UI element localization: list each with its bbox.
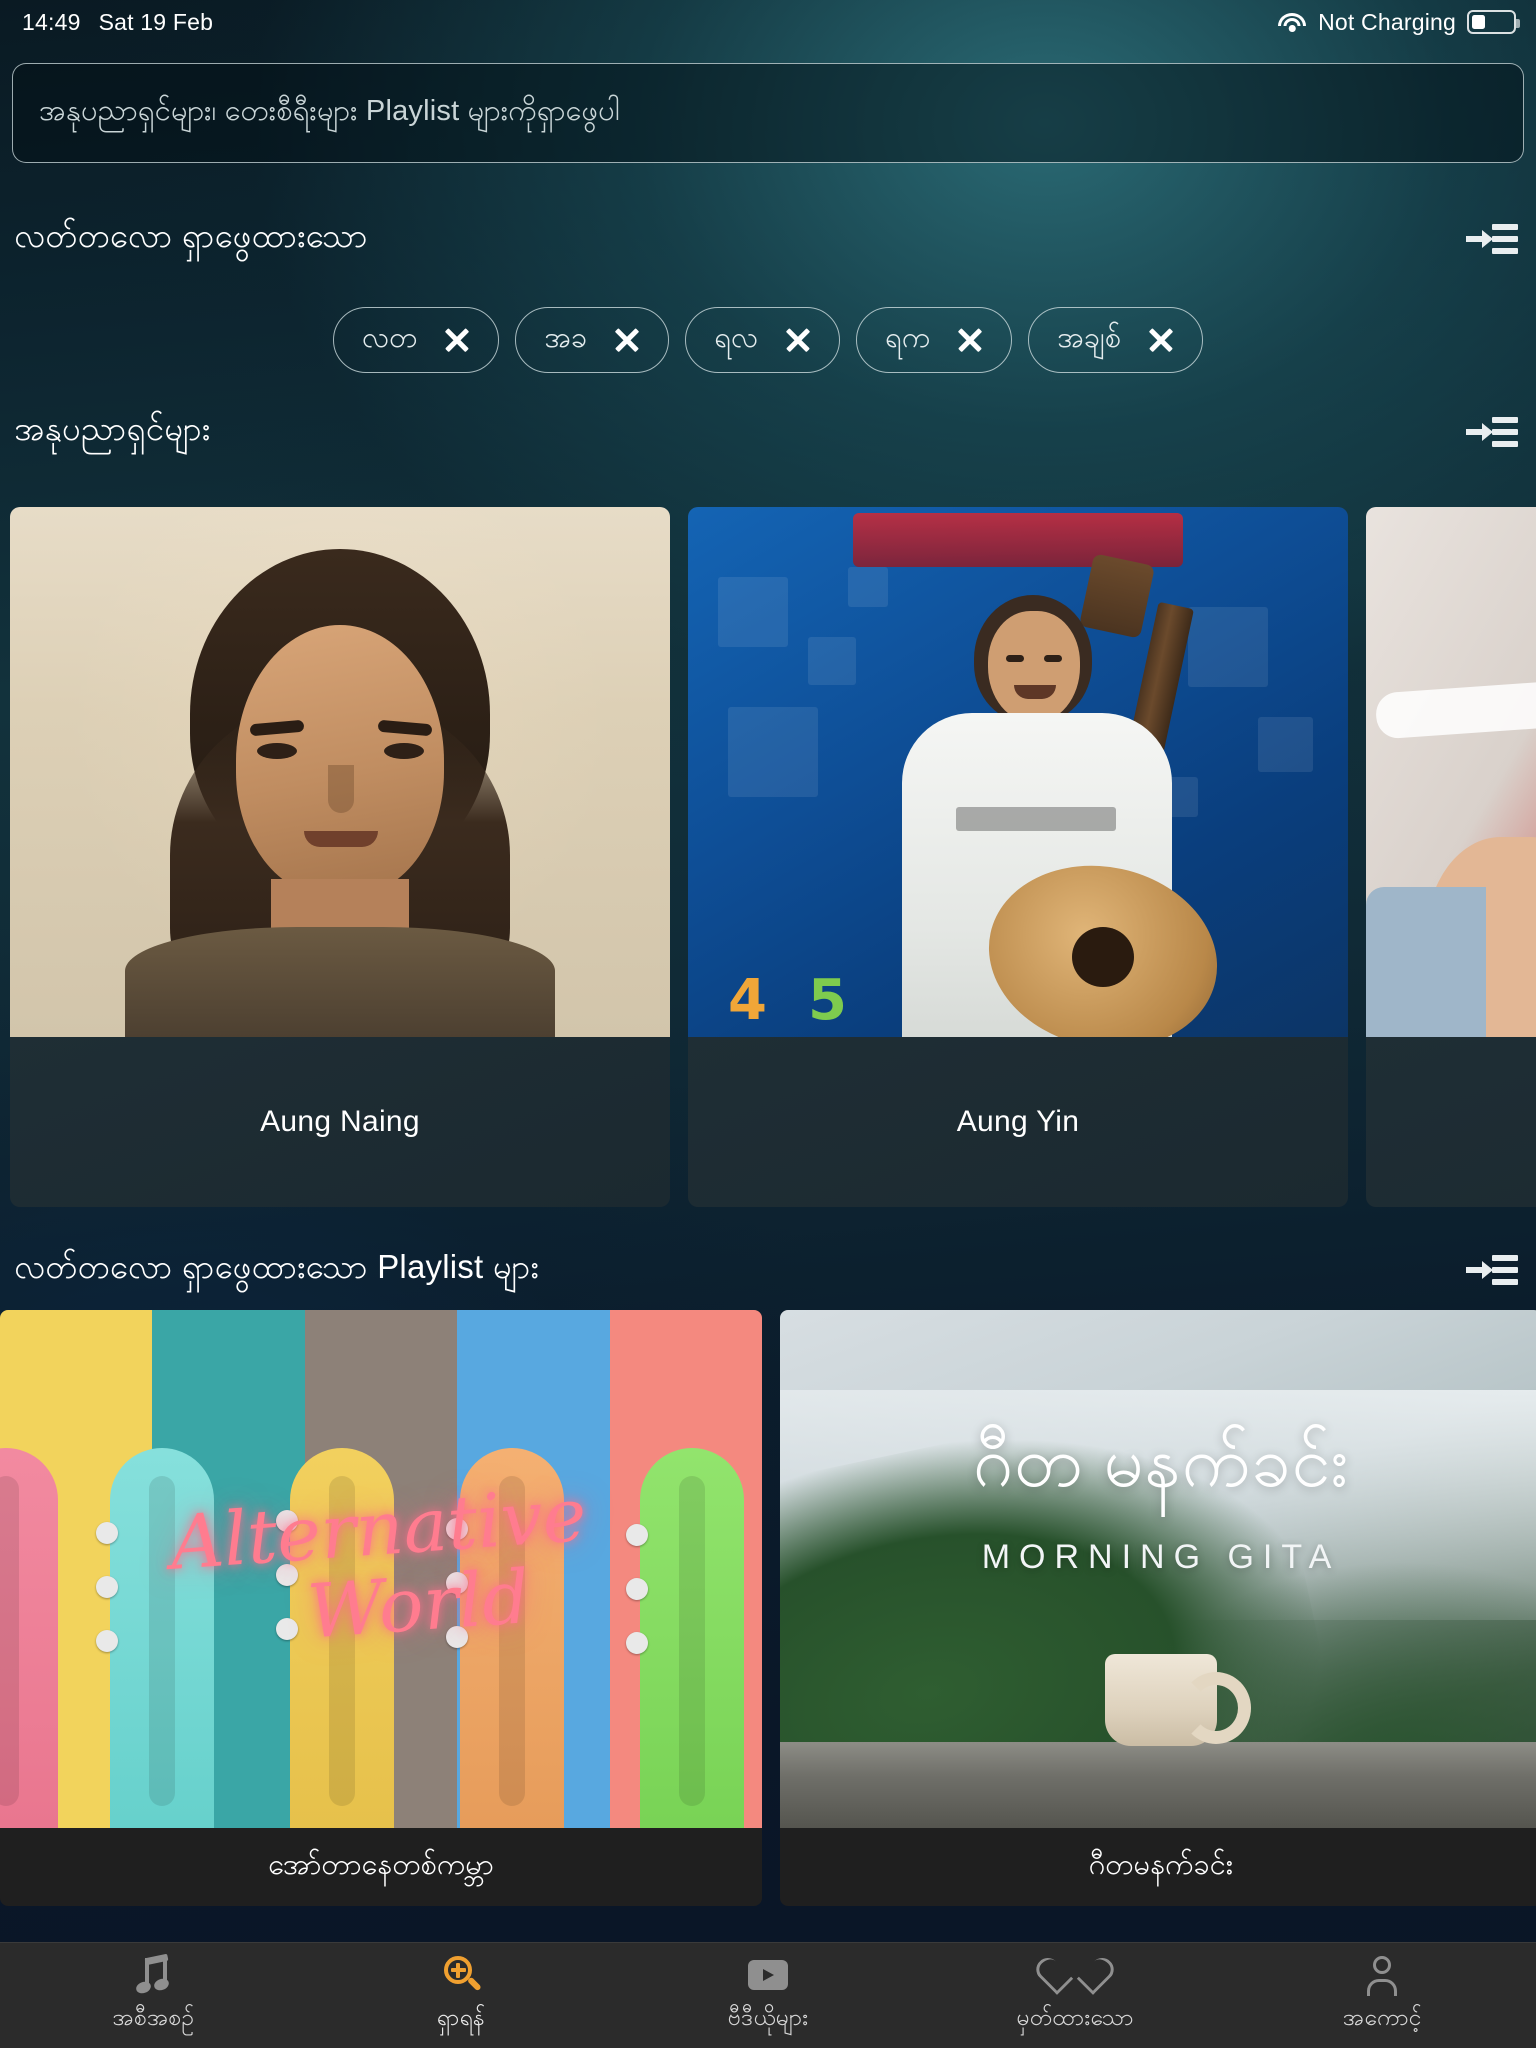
recent-searches-header: လတ်တလော ရှာဖွေထားသော: [0, 212, 1536, 266]
artists-header: အနုပညာရှင်များ: [0, 405, 1536, 459]
see-all-icon-artists[interactable]: [1466, 412, 1518, 452]
playlist-card[interactable]: ဂီတ မနက်ခင်း MORNING GITA ဂီတမနက်ခင်း: [780, 1310, 1536, 1906]
recent-search-chips: လတ အခ ရလ ရက အချစ်: [0, 307, 1536, 373]
see-all-icon-recent-searches[interactable]: [1466, 219, 1518, 259]
playlist-name: အော်တာနေတစ်ကမ္ဘာ: [268, 1848, 494, 1881]
tab-search[interactable]: ရှာရန်: [307, 1943, 614, 2048]
chip-label: ရလ: [714, 321, 759, 354]
recent-search-chip[interactable]: အခ: [515, 307, 670, 373]
battery-icon: [1467, 10, 1520, 34]
recent-playlists-header: လတ်တလော ရှာဖွေထားသော Playlist များ: [0, 1243, 1536, 1297]
artist-artwork: [1366, 507, 1536, 1037]
person-icon: [1362, 1955, 1402, 1996]
artist-artwork: [10, 507, 670, 1037]
tab-label: ဗီဒီယိုများ: [727, 2003, 809, 2030]
tab-videos[interactable]: ဗီဒီယိုများ: [614, 1943, 921, 2048]
close-icon[interactable]: [1147, 327, 1174, 354]
artist-name: Aung Yin: [956, 1105, 1080, 1138]
recent-search-chip[interactable]: ရက: [856, 307, 1013, 373]
chip-label: အချစ်: [1057, 321, 1122, 354]
artist-card[interactable]: 4 5 Aung Yin: [688, 507, 1348, 1207]
app-root: 14:49 Sat 19 Feb Not Charging အနုပညာရှင်…: [0, 0, 1536, 2048]
artist-card[interactable]: Aung Naing: [10, 507, 670, 1207]
search-placeholder: အနုပညာရှင်များ၊ တေးစီရီးများ Playlist မျ…: [39, 94, 620, 127]
recent-search-chip[interactable]: လတ: [332, 307, 500, 373]
tab-label: အကောင့်: [1342, 2003, 1422, 2030]
recent-search-chip[interactable]: အချစ်: [1028, 307, 1204, 373]
recent-playlists-title: လတ်တလော ရှာဖွေထားသော Playlist များ: [14, 1247, 539, 1285]
tab-favorites[interactable]: မှတ်ထားသော: [922, 1943, 1229, 2048]
status-date: Sat 19 Feb: [98, 8, 214, 35]
battery-status-label: Not Charging: [1318, 8, 1456, 35]
search-plus-icon: [441, 1955, 482, 1995]
see-all-icon-playlists[interactable]: [1466, 1250, 1518, 1290]
playlist-art-subtitle: MORNING GITA: [981, 1538, 1341, 1576]
bottom-tab-bar: အစီအစဉ် ရှာရန် ဗီဒီယိုများ မှတ်ထားသော အက: [0, 1942, 1536, 2048]
tab-label: မှတ်ထားသော: [1016, 2003, 1134, 2030]
music-note-icon: [134, 1953, 174, 1995]
playlists-carousel[interactable]: Alternative World အော်တာနေတစ်ကမ္ဘာ ဂီတ မ…: [0, 1310, 1536, 1906]
recent-searches-title: လတ်တလော ရှာဖွေထားသော: [14, 216, 368, 254]
playlist-card[interactable]: Alternative World အော်တာနေတစ်ကမ္ဘာ: [0, 1310, 762, 1906]
chip-label: ရက: [885, 321, 931, 354]
wifi-icon: [1277, 11, 1307, 33]
playlist-artwork: Alternative World: [0, 1310, 762, 1828]
tab-label: ရှာရန်: [436, 2003, 485, 2030]
status-bar-left: 14:49 Sat 19 Feb: [22, 9, 213, 36]
recent-search-chip[interactable]: ရလ: [685, 307, 841, 373]
video-icon: [748, 1955, 788, 1995]
artists-title: အနုပညာရှင်များ: [14, 409, 211, 447]
artist-name: [1366, 1037, 1536, 1207]
playlist-art-text: Alternative World: [167, 1472, 595, 1661]
status-time: 14:49: [22, 8, 81, 35]
tab-account[interactable]: အကောင့်: [1229, 1943, 1536, 2048]
close-icon[interactable]: [956, 327, 983, 354]
chip-label: အခ: [544, 321, 588, 354]
close-icon[interactable]: [443, 327, 470, 354]
artist-artwork: 4 5: [688, 507, 1348, 1037]
search-input[interactable]: အနုပညာရှင်များ၊ တေးစီရီးများ Playlist မျ…: [12, 63, 1524, 163]
close-icon[interactable]: [784, 327, 811, 354]
heart-icon: [1055, 1955, 1095, 1995]
close-icon[interactable]: [613, 327, 640, 354]
playlist-artwork: ဂီတ မနက်ခင်း MORNING GITA: [780, 1310, 1536, 1828]
playlist-name: ဂီတမနက်ခင်း: [1088, 1848, 1234, 1881]
tab-label: အစီအစဉ်: [112, 2003, 195, 2030]
tab-programs[interactable]: အစီအစဉ်: [0, 1943, 307, 2048]
status-bar: 14:49 Sat 19 Feb Not Charging: [0, 0, 1536, 44]
status-bar-right: Not Charging: [1277, 8, 1520, 36]
artists-carousel[interactable]: Aung Naing 4 5 Aung Yin: [10, 507, 1536, 1207]
artist-card[interactable]: [1366, 507, 1536, 1207]
playlist-art-title: ဂီတ မနက်ခင်း: [972, 1423, 1350, 1501]
chip-label: လတ: [361, 321, 418, 354]
artist-name: Aung Naing: [260, 1105, 420, 1138]
search-bar-container: အနုပညာရှင်များ၊ တေးစီရီးများ Playlist မျ…: [12, 63, 1524, 163]
